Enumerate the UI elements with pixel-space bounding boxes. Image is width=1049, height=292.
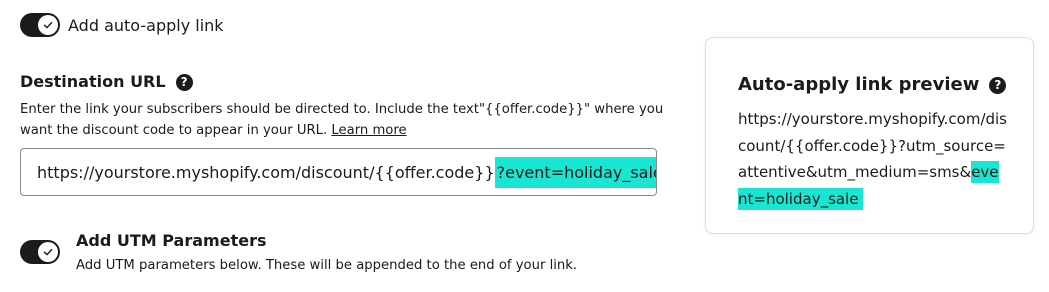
link-preview-title: Auto-apply link preview — [738, 74, 980, 95]
destination-url-title: Destination URL — [20, 72, 166, 91]
destination-url-description: Enter the link your subscribers should b… — [20, 99, 670, 141]
check-icon — [43, 248, 53, 256]
url-input-highlighted-text: ?event=holiday_sale — [494, 156, 656, 188]
preview-url-base-text: https://yourstore.myshopify.com/discount… — [738, 110, 1007, 181]
help-icon[interactable]: ? — [175, 73, 193, 91]
auto-apply-label: Add auto-apply link — [68, 16, 224, 35]
utm-parameters-description: Add UTM parameters below. These will be … — [76, 258, 578, 273]
learn-more-link[interactable]: Learn more — [331, 123, 406, 138]
url-input-base-text: https://yourstore.myshopify.com/discount… — [37, 162, 495, 182]
toggle-knob — [38, 15, 58, 35]
destination-url-input[interactable]: https://yourstore.myshopify.com/discount… — [20, 148, 657, 196]
auto-apply-settings-panel: Add auto-apply link Destination URL ? En… — [0, 0, 1049, 292]
link-preview-url: https://yourstore.myshopify.com/discount… — [738, 106, 1008, 212]
destination-url-heading: Destination URL ? — [20, 71, 193, 93]
check-icon — [43, 21, 53, 29]
auto-apply-toggle[interactable] — [20, 13, 60, 37]
utm-parameters-title: Add UTM Parameters — [76, 231, 267, 250]
toggle-knob — [38, 242, 58, 262]
utm-parameters-toggle[interactable] — [20, 240, 60, 264]
link-preview-card: Auto-apply link preview ? https://yourst… — [705, 37, 1034, 234]
help-icon[interactable]: ? — [989, 76, 1007, 94]
link-preview-heading: Auto-apply link preview ? — [738, 73, 1007, 97]
